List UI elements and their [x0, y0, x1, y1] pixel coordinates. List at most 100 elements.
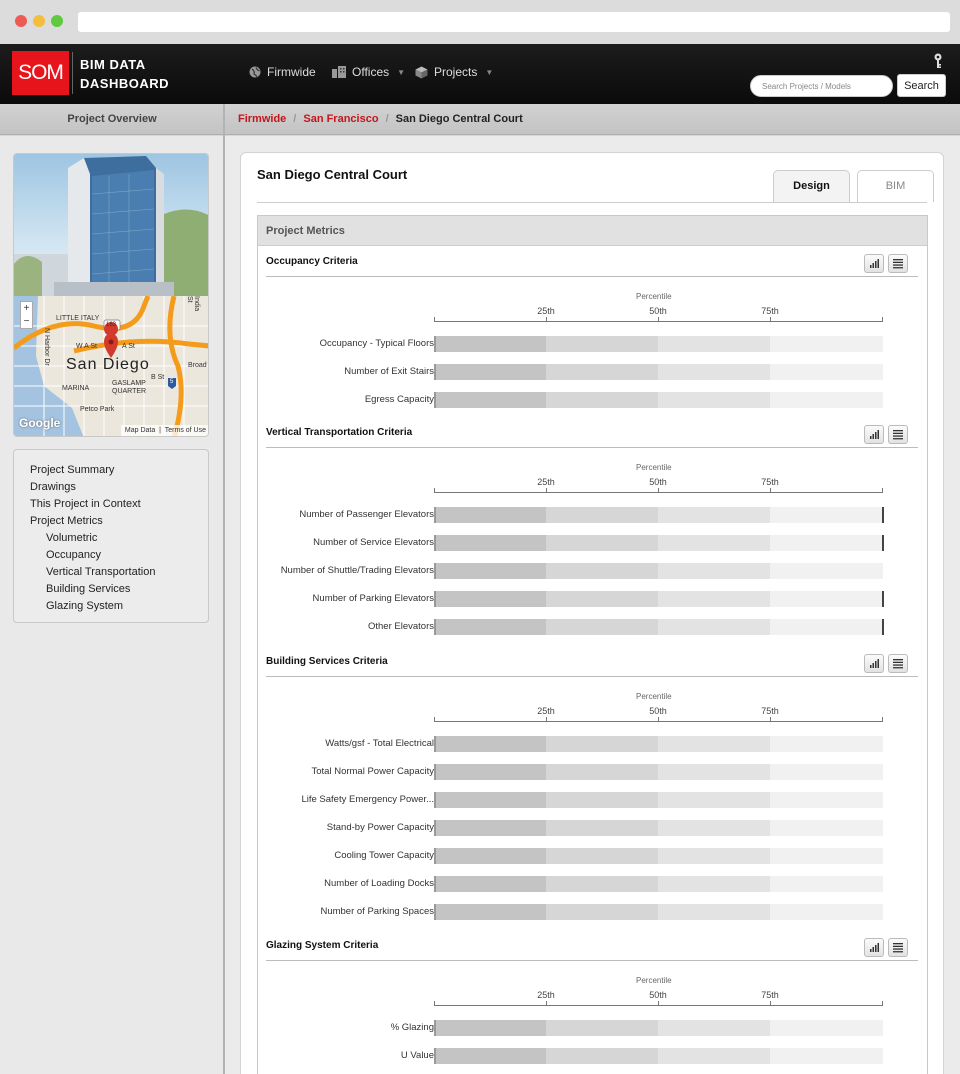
list-view-button[interactable]: [888, 425, 908, 444]
map-terms-link[interactable]: Terms of Use: [165, 427, 206, 434]
quartile-band: [770, 904, 883, 920]
close-window-dot[interactable]: [15, 15, 27, 27]
percentile-bar[interactable]: [434, 619, 883, 635]
section-title: Building Services Criteria: [266, 656, 388, 667]
percentile-label: Percentile: [636, 463, 672, 472]
globe-icon: [249, 66, 261, 78]
sidebar-item-drawings[interactable]: Drawings: [30, 479, 208, 496]
percentile-bar[interactable]: [434, 591, 883, 607]
sidebar-item-occupancy[interactable]: Occupancy: [30, 547, 208, 564]
percentile-bar[interactable]: [434, 820, 883, 836]
chart-view-button[interactable]: [864, 425, 884, 444]
chart-view-button[interactable]: [864, 938, 884, 957]
metric-label: Watts/gsf - Total Electrical: [325, 738, 434, 749]
quartile-band: [770, 820, 883, 836]
app-title-line1: BIM DATA: [80, 57, 146, 72]
section-title: Vertical Transportation Criteria: [266, 427, 413, 438]
list-view-button[interactable]: [888, 254, 908, 273]
map-label: B St: [151, 374, 165, 381]
tab-design[interactable]: Design: [773, 170, 850, 202]
percentile-axis: 25th 50th 75th: [434, 706, 883, 722]
percentile-bar[interactable]: [434, 563, 883, 579]
quartile-band: [658, 904, 770, 920]
percentile-bar[interactable]: [434, 392, 883, 408]
som-logo[interactable]: SOM: [12, 51, 69, 95]
quartile-band: [658, 764, 770, 780]
percentile-label: Percentile: [636, 692, 672, 701]
axis-tick-label: 75th: [761, 477, 779, 487]
sidebar-item-glazing-system[interactable]: Glazing System: [30, 598, 208, 615]
chart-view-button[interactable]: [864, 654, 884, 673]
quartile-band: [546, 764, 658, 780]
axis-tick: [882, 488, 883, 493]
sidebar-item-volumetric[interactable]: Volumetric: [30, 530, 208, 547]
sidebar-item-building-services[interactable]: Building Services: [30, 581, 208, 598]
nav-offices[interactable]: Offices ▼: [332, 65, 405, 79]
quartile-band: [434, 876, 546, 892]
project-value-marker: [882, 619, 884, 635]
percentile-bar[interactable]: [434, 535, 883, 551]
percentile-bar[interactable]: [434, 336, 883, 352]
quartile-band: [434, 736, 546, 752]
metric-row: Watts/gsf - Total Electrical: [266, 736, 918, 752]
axis-tick: [546, 717, 547, 722]
sidebar-item-vertical-transportation[interactable]: Vertical Transportation: [30, 564, 208, 581]
metric-row: Number of Shuttle/Trading Elevators: [266, 563, 918, 579]
map-zoom-control[interactable]: + −: [20, 301, 33, 329]
address-bar[interactable]: [78, 12, 950, 32]
quartile-band: [546, 591, 658, 607]
minimize-window-dot[interactable]: [33, 15, 45, 27]
map-zoom-in-button[interactable]: +: [21, 302, 32, 315]
sidebar-item-project-in-context[interactable]: This Project in Context: [30, 496, 208, 513]
quartile-band: [658, 820, 770, 836]
percentile-bar[interactable]: [434, 507, 883, 523]
section-divider: [266, 447, 918, 448]
map-data-link[interactable]: Map Data: [125, 427, 155, 434]
axis-tick-label: 50th: [649, 306, 667, 316]
google-logo: Google: [19, 416, 61, 430]
maximize-window-dot[interactable]: [51, 15, 63, 27]
quartile-band: [546, 364, 658, 380]
chart-view-button[interactable]: [864, 254, 884, 273]
quartile-band: [434, 1048, 546, 1064]
percentile-bar[interactable]: [434, 764, 883, 780]
map-label: Petco Park: [80, 406, 115, 413]
tab-bim[interactable]: BIM: [857, 170, 934, 202]
search-button[interactable]: Search: [897, 74, 946, 97]
sidebar-item-project-metrics[interactable]: Project Metrics: [30, 513, 208, 530]
bar-chart-icon: [870, 430, 879, 439]
percentile-bar[interactable]: [434, 364, 883, 380]
percentile-bar[interactable]: [434, 904, 883, 920]
quartile-band: [434, 1020, 546, 1036]
key-icon[interactable]: [932, 53, 944, 74]
metric-row: Occupancy - Typical Floors: [266, 336, 918, 352]
quartile-band: [434, 392, 546, 408]
building-icon: [332, 66, 346, 78]
percentile-bar[interactable]: [434, 736, 883, 752]
quartile-band: [770, 876, 883, 892]
quartile-band: [546, 619, 658, 635]
metric-row: Other Elevators: [266, 619, 918, 635]
breadcrumb-office[interactable]: San Francisco: [303, 113, 378, 125]
percentile-bar[interactable]: [434, 848, 883, 864]
axis-tick-label: 75th: [761, 706, 779, 716]
bar-chart-icon: [870, 943, 879, 952]
quartile-band: [770, 848, 883, 864]
search-input[interactable]: [750, 75, 893, 97]
nav-projects[interactable]: Projects ▼: [415, 65, 493, 79]
percentile-bar[interactable]: [434, 876, 883, 892]
list-view-button[interactable]: [888, 654, 908, 673]
quartile-band: [770, 535, 883, 551]
percentile-bar[interactable]: [434, 1048, 883, 1064]
quartile-band: [770, 736, 883, 752]
percentile-bar[interactable]: [434, 792, 883, 808]
map-zoom-out-button[interactable]: −: [21, 315, 32, 328]
location-map[interactable]: + − LITTLE ITALY W A St A St MARINA GASL…: [14, 296, 208, 436]
breadcrumb-separator: /: [293, 113, 297, 125]
sidebar-item-project-summary[interactable]: Project Summary: [30, 462, 208, 479]
metric-label: Number of Exit Stairs: [344, 366, 434, 377]
percentile-bar[interactable]: [434, 1020, 883, 1036]
nav-firmwide[interactable]: Firmwide: [249, 65, 316, 79]
breadcrumb-firmwide[interactable]: Firmwide: [238, 113, 286, 125]
list-view-button[interactable]: [888, 938, 908, 957]
